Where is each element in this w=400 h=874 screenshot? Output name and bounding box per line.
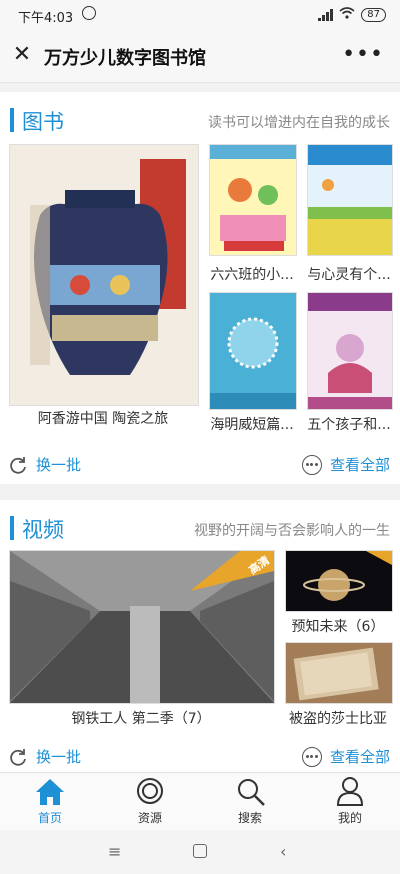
videos-header: 视频 视野的开阔与否会影响人的一生 xyxy=(0,500,400,548)
resource-icon xyxy=(137,778,163,804)
book-title[interactable]: 五个孩子和... xyxy=(303,414,395,434)
tab-label: 搜索 xyxy=(237,811,262,825)
battery-indicator: 87 xyxy=(361,7,386,22)
book-title[interactable]: 与心灵有个... xyxy=(303,264,395,284)
home-nav-icon[interactable] xyxy=(193,844,207,858)
bottom-tab-bar: 首页 资源 搜索 我的 xyxy=(0,772,400,831)
videos-section: 视频 视野的开阔与否会影响人的一生 高清 钢铁工人 第二季（7） 预知未来（6） xyxy=(0,500,400,772)
books-section: 图书 读书可以增进内在自我的成长 阿香游中国 陶瓷之旅 六六班的小... 与心灵… xyxy=(0,92,400,484)
status-bar: 下午4:03 87 xyxy=(0,0,400,30)
back-icon[interactable]: ‹ xyxy=(280,842,286,861)
alarm-icon xyxy=(82,6,96,20)
books-footer: 换一批 查看全部 xyxy=(0,444,400,484)
tab-mine[interactable]: 我的 xyxy=(300,773,400,831)
video-title[interactable]: 钢铁工人 第二季（7） xyxy=(9,708,273,728)
view-all-label: 查看全部 xyxy=(329,456,390,474)
more-dots-icon xyxy=(301,454,322,475)
more-dots-icon xyxy=(301,746,322,767)
book-cover[interactable] xyxy=(307,292,393,410)
system-nav-bar: ≡ ‹ xyxy=(0,830,400,874)
view-all-label: 查看全部 xyxy=(329,748,390,766)
page-title: 万方少儿数字图书馆 xyxy=(44,48,206,69)
video-thumbnail[interactable] xyxy=(285,642,393,704)
book-cover[interactable] xyxy=(209,292,297,410)
videos-footer: 换一批 查看全部 xyxy=(0,736,400,776)
books-header: 图书 读书可以增进内在自我的成长 xyxy=(0,92,400,140)
wifi-icon xyxy=(339,7,355,22)
video-thumbnail-large[interactable]: 高清 xyxy=(9,550,275,704)
books-title: 图书 xyxy=(22,110,64,134)
view-all-button[interactable]: 查看全部 xyxy=(301,454,390,475)
signal-icon xyxy=(318,8,334,21)
refresh-label: 换一批 xyxy=(36,456,82,474)
video-thumbnail[interactable] xyxy=(285,550,393,612)
tab-label: 首页 xyxy=(37,811,62,825)
search-icon xyxy=(238,779,265,806)
tab-home[interactable]: 首页 xyxy=(0,773,100,831)
book-title[interactable]: 阿香游中国 陶瓷之旅 xyxy=(9,408,197,428)
refresh-label: 换一批 xyxy=(36,748,82,766)
book-cover[interactable] xyxy=(209,144,297,256)
status-icons: 87 xyxy=(318,7,386,22)
title-bar: ✕ 万方少儿数字图书馆 ••• xyxy=(0,30,400,83)
home-icon xyxy=(36,779,64,805)
video-title[interactable]: 预知未来（6） xyxy=(283,616,393,636)
videos-subtitle: 视野的开阔与否会影响人的一生 xyxy=(194,523,390,539)
tab-label: 我的 xyxy=(337,811,362,825)
view-all-button[interactable]: 查看全部 xyxy=(301,746,390,767)
refresh-icon xyxy=(10,456,26,474)
videos-title: 视频 xyxy=(22,518,64,542)
tab-label: 资源 xyxy=(137,811,162,825)
close-icon[interactable]: ✕ xyxy=(10,43,34,67)
section-accent-bar xyxy=(10,516,14,540)
book-title[interactable]: 六六班的小... xyxy=(206,264,298,284)
user-icon xyxy=(336,777,364,806)
tab-resources[interactable]: 资源 xyxy=(100,773,200,831)
more-options-icon[interactable]: ••• xyxy=(342,42,384,67)
section-accent-bar xyxy=(10,108,14,132)
book-cover-large[interactable] xyxy=(9,144,199,406)
refresh-icon xyxy=(10,748,26,766)
menu-icon[interactable]: ≡ xyxy=(108,842,121,861)
book-cover[interactable] xyxy=(307,144,393,256)
status-time: 下午4:03 xyxy=(18,11,74,26)
refresh-button[interactable]: 换一批 xyxy=(8,454,81,475)
book-title[interactable]: 海明威短篇... xyxy=(206,414,298,434)
refresh-button[interactable]: 换一批 xyxy=(8,746,81,767)
video-title[interactable]: 被盗的莎士比亚 xyxy=(283,708,393,728)
books-subtitle: 读书可以增进内在自我的成长 xyxy=(208,115,390,131)
tab-search[interactable]: 搜索 xyxy=(200,773,300,831)
